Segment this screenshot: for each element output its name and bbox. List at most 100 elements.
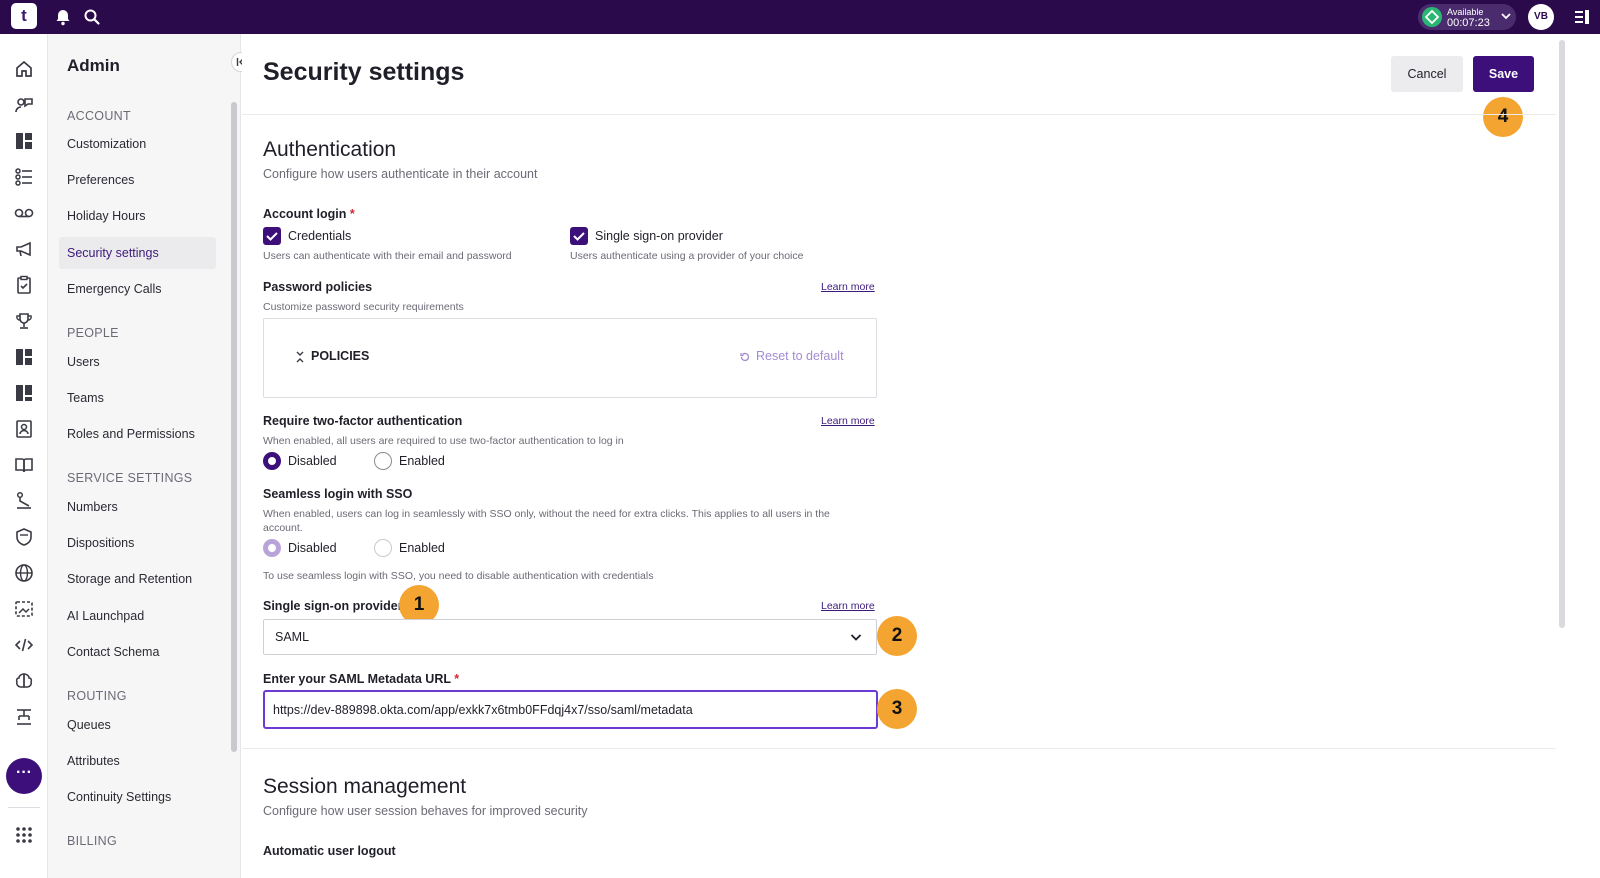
sidebar-item-users[interactable]: Users — [59, 346, 216, 378]
cancel-button[interactable]: Cancel — [1391, 56, 1463, 92]
globe-icon[interactable] — [13, 562, 35, 584]
agent-status-dropdown[interactable]: Available 00:07:23 — [1418, 4, 1516, 30]
two-factor-enabled-radio[interactable] — [374, 452, 392, 470]
chevron-down-icon — [850, 634, 862, 641]
bell-icon[interactable] — [53, 7, 73, 27]
sso-provider-select[interactable]: SAML — [263, 619, 877, 655]
sidebar-item-security-settings[interactable]: Security settings — [59, 237, 216, 269]
save-button[interactable]: Save — [1473, 56, 1534, 92]
two-factor-label: Require two-factor authentication — [263, 414, 463, 428]
app-logo[interactable]: t — [11, 3, 37, 29]
more-apps-button[interactable]: ··· — [6, 758, 42, 794]
two-factor-disabled-radio[interactable] — [263, 452, 281, 470]
section-divider — [242, 748, 1556, 749]
sidebar-item-storage-and-retention[interactable]: Storage and Retention — [59, 563, 216, 595]
sidebar-item-teams[interactable]: Teams — [59, 382, 216, 414]
sidebar-item-emergency-calls[interactable]: Emergency Calls — [59, 273, 216, 305]
side-panel-icon[interactable] — [1572, 7, 1592, 27]
clipboard-check-icon[interactable] — [13, 274, 35, 296]
sidebar-item-ai-launchpad[interactable]: AI Launchpad — [59, 600, 216, 632]
ai-brain-icon[interactable] — [13, 670, 35, 692]
sso-provider-label: Single sign-on provider — [263, 599, 403, 613]
sidebar-item-queues[interactable]: Queues — [59, 709, 216, 741]
conversations-icon[interactable] — [13, 94, 35, 116]
sidebar-item-customization[interactable]: Customization — [59, 128, 216, 160]
sso-provider-learn-more-link[interactable]: Learn more — [821, 600, 875, 612]
account-login-label: Account login * — [263, 207, 355, 221]
credentials-label: Credentials — [288, 229, 352, 243]
megaphone-icon[interactable] — [13, 238, 35, 260]
header-divider — [242, 114, 1556, 115]
credentials-hint: Users can authenticate with their email … — [263, 250, 512, 262]
saml-metadata-url-input[interactable] — [263, 690, 878, 729]
voicemail-icon[interactable] — [13, 202, 35, 224]
policies-panel: POLICIES Reset to default — [263, 318, 877, 398]
automatic-logout-label: Automatic user logout — [263, 844, 396, 858]
sidebar-item-roles-and-permissions[interactable]: Roles and Permissions — [59, 418, 216, 450]
sidebar-section-people: PEOPLE — [67, 326, 119, 340]
sso-provider-selected-value: SAML — [275, 630, 310, 644]
user-avatar[interactable]: VB — [1528, 4, 1554, 30]
sidebar-item-contact-schema[interactable]: Contact Schema — [59, 636, 216, 668]
sidebar-item-numbers[interactable]: Numbers — [59, 491, 216, 523]
rail-divider — [8, 807, 40, 808]
shield-icon[interactable] — [13, 526, 35, 548]
list-icon[interactable] — [13, 166, 35, 188]
reset-icon — [740, 352, 750, 362]
policies-toggle[interactable]: POLICIES — [311, 349, 369, 363]
sidebar-title: Admin — [67, 56, 120, 75]
status-label: Available — [1447, 7, 1484, 17]
two-factor-learn-more-link[interactable]: Learn more — [821, 415, 875, 427]
sidebar-item-preferences[interactable]: Preferences — [59, 164, 216, 196]
apps-grid-icon[interactable] — [13, 824, 35, 846]
password-policies-learn-more-link[interactable]: Learn more — [821, 281, 875, 293]
status-timer: 00:07:23 — [1447, 17, 1490, 29]
sidebar-scrollbar[interactable] — [231, 102, 237, 752]
routing-icon[interactable] — [13, 706, 35, 728]
required-mark: * — [349, 207, 355, 221]
sidebar-item-attributes[interactable]: Attributes — [59, 745, 216, 777]
seamless-sso-enabled-radio[interactable] — [374, 539, 392, 557]
dashboard-icon[interactable] — [13, 130, 35, 152]
image-settings-icon[interactable] — [13, 598, 35, 620]
saml-url-label: Enter your SAML Metadata URL * — [263, 672, 460, 686]
flows-icon[interactable] — [13, 490, 35, 512]
sidebar-section-billing: BILLING — [67, 834, 118, 848]
admin-sidebar: Admin ACCOUNT Customization Preferences … — [48, 34, 251, 878]
sidebar-item-dispositions[interactable]: Dispositions — [59, 527, 216, 559]
sso-checkbox[interactable] — [570, 227, 588, 245]
session-management-subtitle: Configure how user session behaves for i… — [263, 804, 588, 818]
trophy-icon[interactable] — [13, 310, 35, 332]
seamless-sso-enabled-label: Enabled — [399, 541, 445, 555]
search-icon[interactable] — [82, 7, 102, 27]
annotation-badge-4: 4 — [1483, 97, 1523, 137]
scrollbar-thumb[interactable] — [1559, 40, 1565, 628]
sso-label: Single sign-on provider — [595, 229, 723, 243]
code-icon[interactable] — [13, 634, 35, 656]
reset-to-default-button[interactable]: Reset to default — [756, 349, 844, 363]
chevron-down-icon — [1501, 13, 1511, 20]
checkmark-icon — [573, 232, 585, 241]
navigation-rail: ··· — [0, 34, 48, 878]
seamless-sso-disabled-radio[interactable] — [263, 539, 281, 557]
credentials-checkbox[interactable] — [263, 227, 281, 245]
top-bar: t Available 00:07:23 VB — [0, 0, 1600, 34]
home-icon[interactable] — [13, 58, 35, 80]
sidebar-item-holiday-hours[interactable]: Holiday Hours — [59, 200, 216, 232]
checkmark-icon — [266, 232, 278, 241]
knowledge-base-icon[interactable] — [13, 454, 35, 476]
session-management-heading: Session management — [263, 775, 467, 798]
authentication-heading: Authentication — [263, 138, 397, 161]
expand-collapse-icon[interactable] — [294, 350, 306, 364]
reports-icon[interactable] — [13, 346, 35, 368]
sidebar-item-continuity-settings[interactable]: Continuity Settings — [59, 781, 216, 813]
sso-hint: Users authenticate using a provider of y… — [570, 250, 804, 262]
seamless-sso-hint-line-2: account. — [263, 522, 303, 534]
contacts-icon[interactable] — [13, 418, 35, 440]
password-policies-hint: Customize password security requirements — [263, 301, 464, 313]
main-scrollbar[interactable] — [1556, 34, 1568, 878]
two-factor-enabled-label: Enabled — [399, 454, 445, 468]
password-policies-label: Password policies — [263, 280, 373, 294]
right-edge-strip — [1568, 34, 1600, 878]
analytics-icon[interactable] — [13, 382, 35, 404]
